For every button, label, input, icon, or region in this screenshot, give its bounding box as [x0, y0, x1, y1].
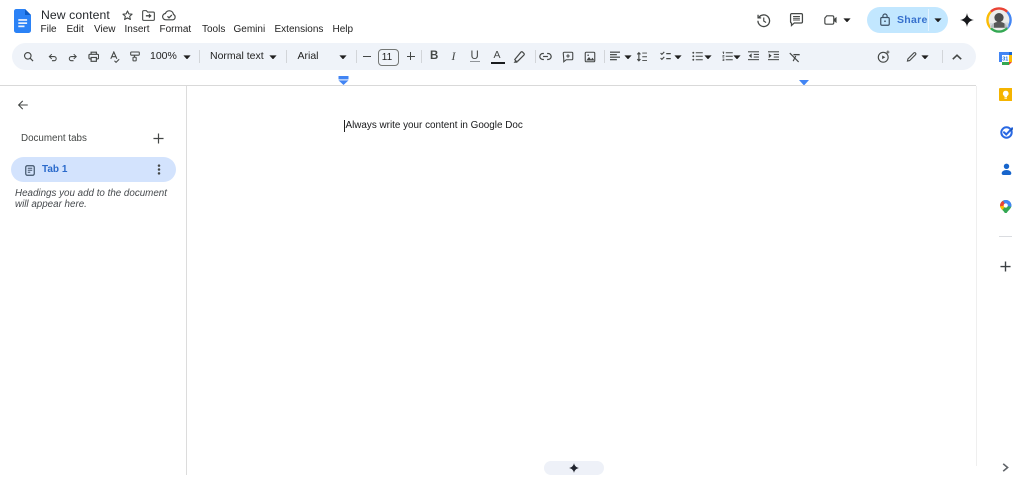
svg-text:31: 31: [1002, 56, 1008, 62]
